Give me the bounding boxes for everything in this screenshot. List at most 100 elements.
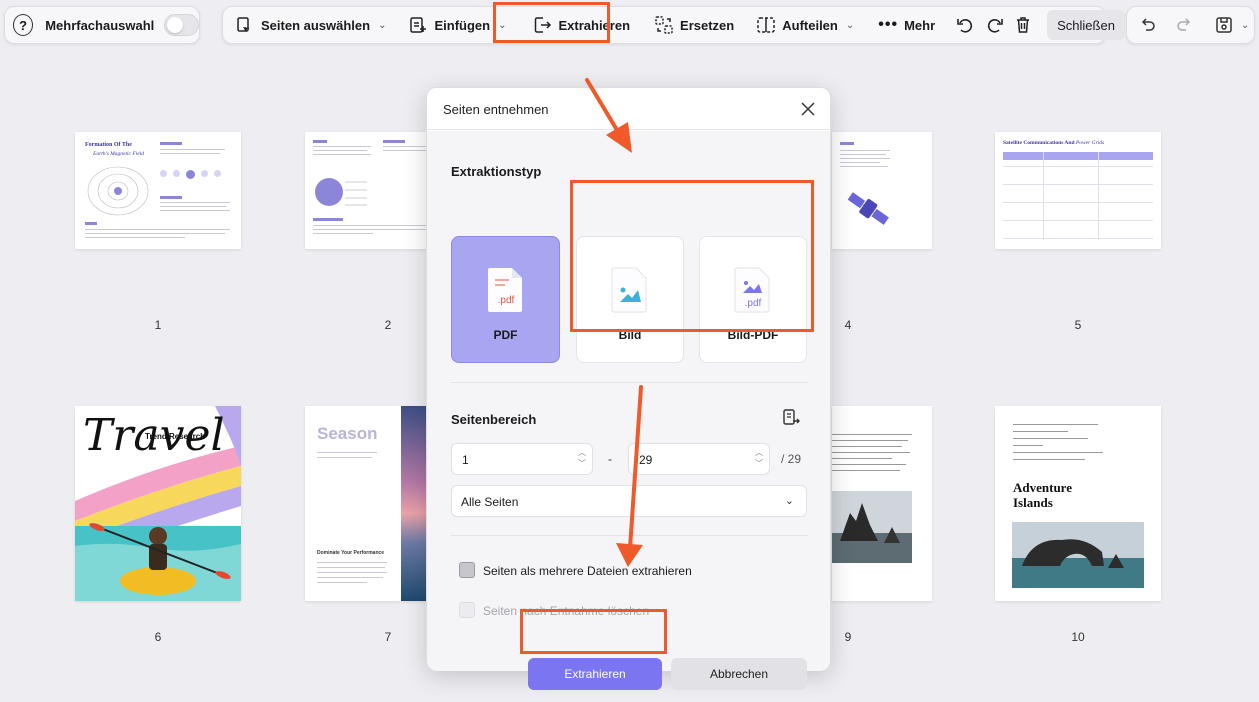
thumb-text-line	[313, 154, 371, 155]
history-group: ⌄	[1126, 6, 1255, 44]
help-icon[interactable]: ?	[13, 14, 34, 36]
chevron-down-icon: ⌄	[845, 19, 855, 31]
thumb-text-line	[317, 567, 385, 568]
thumb-text-line	[317, 577, 383, 578]
more-button[interactable]: ••• Mehr	[870, 10, 943, 40]
thumb-text-line	[383, 140, 405, 143]
thumb-text-line	[832, 464, 906, 465]
magnetic-field-diagram	[87, 166, 149, 216]
undo-button[interactable]	[1133, 10, 1163, 40]
image-types-highlight-box	[570, 180, 814, 332]
multi-select-toggle[interactable]	[164, 14, 199, 36]
save-icon	[1216, 17, 1232, 33]
thumb-cover-title: Adventure Islands	[1013, 480, 1072, 510]
page-thumbnail-4[interactable]	[832, 132, 932, 249]
toolbar: ? Mehrfachauswahl Seiten auswählen ⌄ Ein…	[0, 0, 1259, 52]
extract-confirm-button[interactable]: Extrahieren	[528, 658, 662, 690]
thumb-cover-title: Season	[317, 424, 378, 443]
thumb-text-line	[840, 158, 890, 159]
thumb-cover-subtitle: Dominate Your Performance	[317, 550, 385, 556]
thumb-text-line	[832, 470, 900, 471]
thumb-table-col	[1043, 152, 1044, 240]
thumb-text-line	[317, 457, 372, 458]
thumb-title-line1: Adventure	[1013, 480, 1072, 495]
redo-icon	[1177, 18, 1191, 31]
multi-select-group: ? Mehrfachauswahl	[4, 6, 200, 44]
split-label: Aufteilen	[782, 17, 838, 33]
page-number: 4	[844, 318, 852, 332]
thumb-table-header	[1003, 152, 1153, 160]
thumb-text-line	[313, 150, 367, 151]
thumb-text-line	[832, 446, 902, 447]
thumb-title-line2: Islands	[1013, 495, 1053, 510]
select-pages-label: Seiten auswählen	[261, 17, 371, 33]
page-range-sort-icon[interactable]	[781, 408, 801, 428]
close-icon[interactable]	[798, 99, 818, 119]
replace-button[interactable]: Ersetzen	[646, 10, 742, 40]
thumb-text-line	[832, 452, 910, 453]
thumb-title: Formation Of The	[85, 142, 132, 148]
page-number: 5	[1074, 318, 1082, 332]
redo-button[interactable]	[1169, 10, 1199, 40]
satellite-illustration	[847, 192, 889, 225]
rotate-left-icon	[957, 19, 973, 33]
page-number: 10	[1071, 630, 1085, 644]
close-button[interactable]: Schließen	[1047, 10, 1125, 40]
thumb-text-line	[160, 196, 182, 199]
page-number: 7	[384, 630, 392, 644]
page-thumbnail-1[interactable]: Formation Of The Earth's Magnetic Field	[75, 132, 241, 249]
thumb-cover-subtitle: Trend Research	[145, 432, 206, 441]
select-pages-button[interactable]: Seiten auswählen ⌄	[227, 10, 394, 40]
pdf-icon-text: .pdf	[497, 295, 514, 306]
thumb-text-line	[160, 149, 225, 150]
multi-files-label: Seiten als mehrere Dateien extrahieren	[483, 564, 692, 578]
thumb-table-row	[1003, 184, 1153, 185]
page-tools-group: Seiten auswählen ⌄ Einfügen ⌄ Extrahiere…	[222, 6, 1125, 44]
delete-after-checkbox[interactable]	[459, 602, 475, 618]
type-card-pdf[interactable]: .pdf PDF	[451, 236, 560, 363]
range-total: / 29	[781, 452, 802, 466]
page-number: 1	[154, 318, 162, 332]
multi-files-checkbox[interactable]	[459, 562, 475, 578]
range-to-stepper[interactable]: ︿ ﹀	[755, 447, 763, 469]
rotate-left-button[interactable]	[955, 10, 975, 40]
page-thumbnail-5[interactable]: Satellite Communications And Power Grids	[995, 132, 1161, 249]
thumb-text-line	[317, 452, 377, 453]
thumb-text-line	[840, 150, 890, 151]
thumb-text-line	[840, 166, 888, 167]
page-thumbnail-6[interactable]: Travel Trend Research	[75, 406, 241, 601]
thumb-text-line	[313, 140, 327, 143]
insert-icon	[410, 17, 427, 33]
page-range-select[interactable]: Alle Seiten ⌄	[451, 485, 807, 517]
thumb-text-line	[85, 237, 185, 238]
thumb-table-row	[1003, 202, 1153, 203]
range-from-stepper[interactable]: ︿ ﹀	[578, 447, 586, 469]
thumb-text-line	[317, 582, 367, 583]
thumb-text-line	[383, 146, 428, 147]
chevron-down-icon[interactable]: ⌄	[1241, 20, 1249, 31]
page-range-title: Seitenbereich	[451, 412, 537, 427]
thumb-text-line	[383, 150, 428, 151]
dialog-header: Seiten entnehmen	[427, 88, 830, 130]
extract-confirm-highlight-box	[520, 609, 667, 654]
save-button[interactable]	[1209, 10, 1239, 40]
range-from-input[interactable]: 1 ︿ ﹀	[451, 443, 593, 475]
cancel-button[interactable]: Abbrechen	[671, 658, 807, 690]
replace-icon	[655, 16, 673, 34]
page-thumbnail-10[interactable]: Adventure Islands	[995, 406, 1161, 601]
split-icon	[757, 17, 775, 33]
thumb-subtitle: Earth's Magnetic Field	[93, 151, 144, 157]
page-thumbnail-9[interactable]	[832, 406, 932, 601]
range-to-input[interactable]: 29 ︿ ﹀	[628, 443, 770, 475]
chevron-down-icon: ⌄	[784, 495, 794, 507]
thumb-text-line	[85, 233, 225, 234]
delete-button[interactable]	[1013, 10, 1033, 40]
rotate-right-button[interactable]	[985, 10, 1005, 40]
extraction-type-title: Extraktionstyp	[451, 164, 542, 179]
divider	[451, 382, 808, 383]
rock-coast-photo	[832, 491, 912, 563]
divider	[451, 535, 808, 536]
thumb-table-row	[1003, 238, 1153, 239]
split-button[interactable]: Aufteilen ⌄	[748, 10, 862, 40]
range-from-value: 1	[462, 453, 469, 467]
